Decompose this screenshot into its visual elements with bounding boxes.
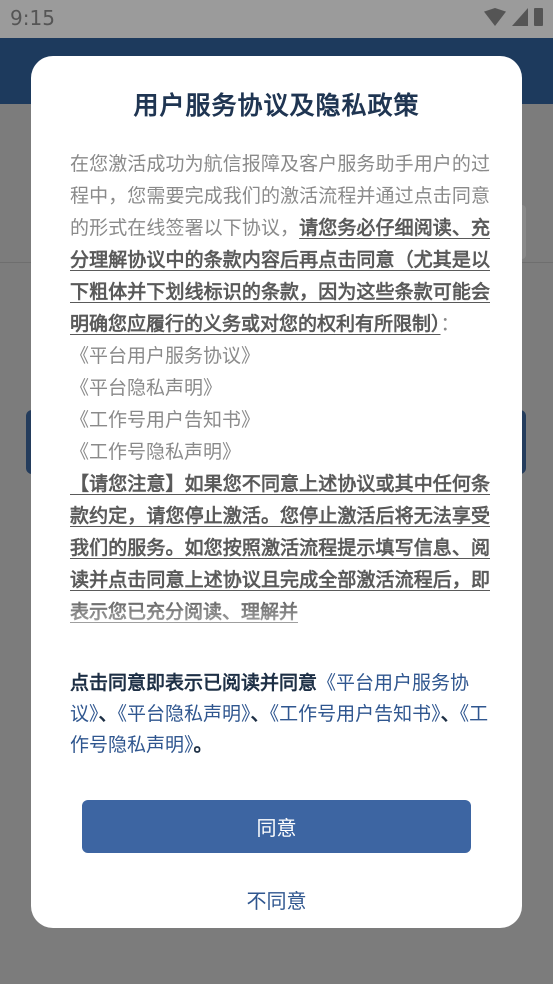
link-privacy-statement[interactable]: 《平台隐私声明》 bbox=[118, 703, 251, 725]
wifi-icon bbox=[484, 8, 506, 26]
summary-separator: 、 bbox=[250, 703, 270, 725]
disagree-button[interactable]: 不同意 bbox=[82, 878, 471, 920]
summary-separator: 、 bbox=[98, 703, 118, 725]
link-work-account-notice[interactable]: 《工作号用户告知书》 bbox=[270, 703, 441, 725]
intro-tail: ： bbox=[440, 313, 460, 335]
summary-end: 。 bbox=[193, 734, 213, 756]
status-time: 9:15 bbox=[10, 6, 55, 30]
status-icons bbox=[484, 8, 543, 26]
agreement-dialog: 用户服务协议及隐私政策 在您激活成功为航信报障及客户服务助手用户的过程中，您需要… bbox=[31, 56, 522, 928]
consent-summary: 点击同意即表示已阅读并同意《平台用户服务协议》、《平台隐私声明》、《工作号用户告… bbox=[70, 668, 490, 761]
agree-button[interactable]: 同意 bbox=[82, 800, 471, 853]
content-fade bbox=[31, 596, 522, 656]
summary-lead: 点击同意即表示已阅读并同意 bbox=[70, 672, 318, 694]
agreement-content[interactable]: 在您激活成功为航信报障及客户服务助手用户的过程中，您需要完成我们的激活流程并通过… bbox=[70, 148, 490, 648]
status-bar: 9:15 bbox=[0, 0, 553, 38]
signal-icon bbox=[512, 8, 528, 26]
agreement-item: 《平台隐私声明》 bbox=[70, 377, 223, 399]
summary-separator: 、 bbox=[440, 703, 460, 725]
battery-icon bbox=[534, 8, 543, 26]
intro-paragraph: 在您激活成功为航信报障及客户服务助手用户的过程中，您需要完成我们的激活流程并通过… bbox=[70, 148, 490, 340]
agreement-item: 《工作号用户告知书》 bbox=[70, 409, 261, 431]
agreement-item: 《工作号隐私声明》 bbox=[70, 441, 242, 463]
agreement-item: 《平台用户服务协议》 bbox=[70, 345, 261, 367]
dialog-title: 用户服务协议及隐私政策 bbox=[133, 91, 420, 120]
